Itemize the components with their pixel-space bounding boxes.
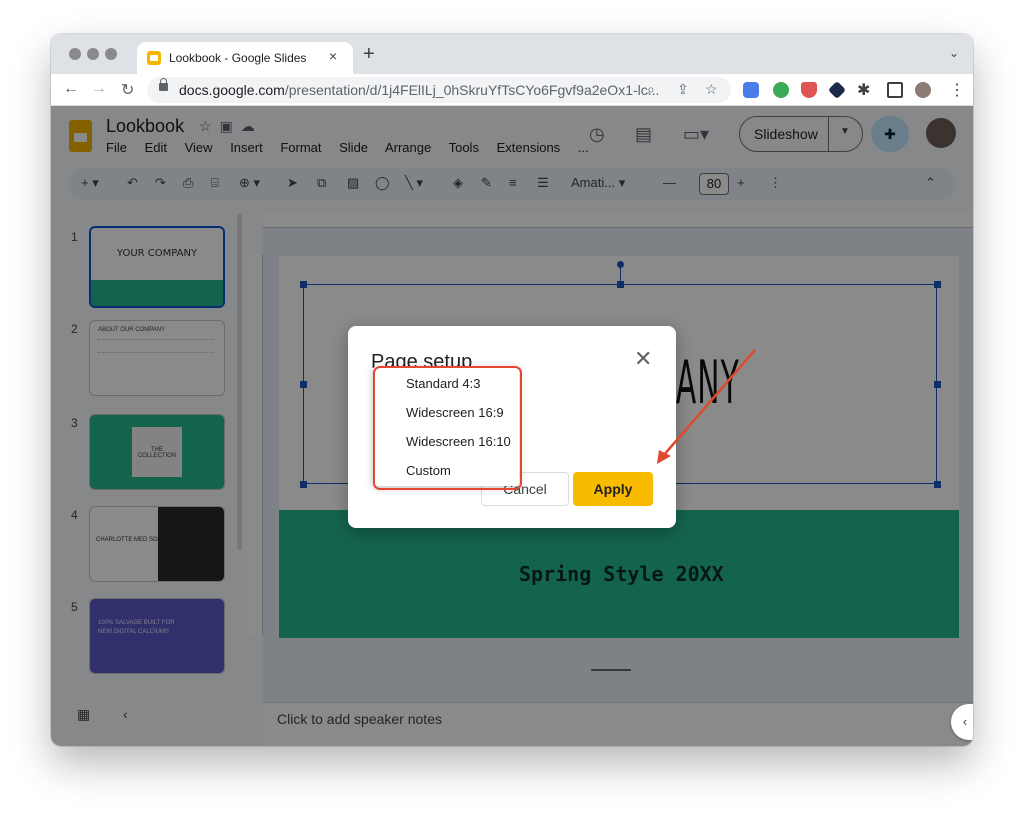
browser-window: Lookbook - Google Slides × + ⌄ ← → ↻ doc… <box>51 34 973 746</box>
annotation-arrow-icon <box>657 349 756 464</box>
